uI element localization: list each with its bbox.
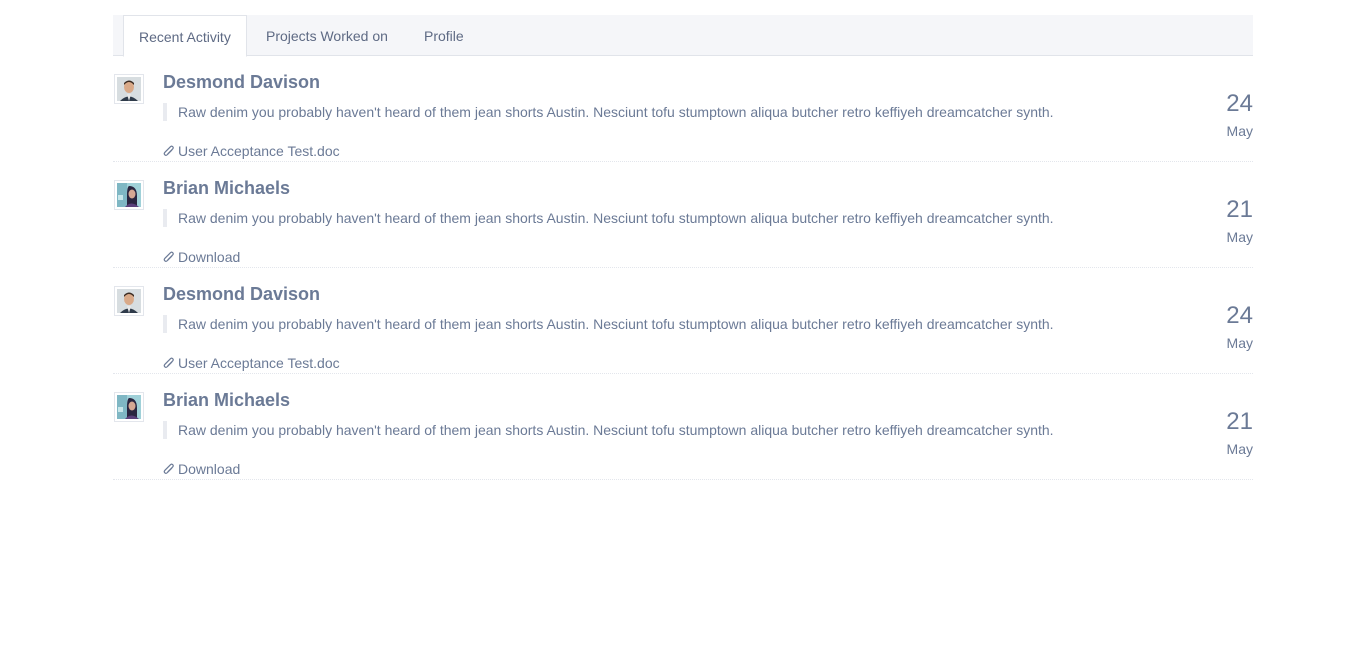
attachment-label: User Acceptance Test.doc [178, 143, 340, 159]
man-avatar-icon [117, 77, 141, 101]
man-avatar-icon [117, 289, 141, 313]
avatar-desmond-davison[interactable] [114, 74, 144, 104]
feed-item: Brian Michaels Raw denim you probably ha… [113, 162, 1253, 268]
tab-recent-activity[interactable]: Recent Activity [123, 15, 247, 57]
avatar-brian-michaels[interactable] [114, 180, 144, 210]
paperclip-icon [163, 463, 174, 474]
author-name[interactable]: Desmond Davison [163, 284, 320, 305]
date-month: May [1226, 123, 1253, 139]
date-day: 21 [1226, 196, 1253, 223]
activity-text: Raw denim you probably haven't heard of … [163, 421, 1054, 439]
author-name[interactable]: Brian Michaels [163, 390, 290, 411]
tab-profile[interactable]: Profile [409, 15, 479, 57]
paperclip-icon [163, 145, 174, 156]
author-name[interactable]: Desmond Davison [163, 72, 320, 93]
attachment-link[interactable]: User Acceptance Test.doc [163, 142, 340, 160]
activity-panel: Recent Activity Projects Worked on Profi… [113, 15, 1253, 480]
attachment-link[interactable]: User Acceptance Test.doc [163, 354, 340, 372]
feed-item: Desmond Davison Raw denim you probably h… [113, 56, 1253, 162]
date-month: May [1226, 441, 1253, 457]
activity-text: Raw denim you probably haven't heard of … [163, 209, 1054, 227]
attachment-link[interactable]: Download [163, 248, 240, 266]
avatar-brian-michaels[interactable] [114, 392, 144, 422]
woman-avatar-icon [117, 395, 141, 419]
date-month: May [1226, 335, 1253, 351]
feed-item: Desmond Davison Raw denim you probably h… [113, 268, 1253, 374]
date-day: 21 [1226, 408, 1253, 435]
tab-bar: Recent Activity Projects Worked on Profi… [113, 15, 1253, 57]
attachment-label: Download [178, 461, 241, 477]
date-day: 24 [1226, 302, 1253, 329]
date-month: May [1226, 229, 1253, 245]
avatar-desmond-davison[interactable] [114, 286, 144, 316]
attachment-label: Download [178, 249, 241, 265]
paperclip-icon [163, 357, 174, 368]
activity-text: Raw denim you probably haven't heard of … [163, 103, 1054, 121]
feed-item: Brian Michaels Raw denim you probably ha… [113, 374, 1253, 480]
paperclip-icon [163, 251, 174, 262]
date-day: 24 [1226, 90, 1253, 117]
woman-avatar-icon [117, 183, 141, 207]
author-name[interactable]: Brian Michaels [163, 178, 290, 199]
activity-text: Raw denim you probably haven't heard of … [163, 315, 1054, 333]
attachment-link[interactable]: Download [163, 460, 240, 478]
tab-projects-worked-on[interactable]: Projects Worked on [251, 15, 403, 57]
attachment-label: User Acceptance Test.doc [178, 355, 340, 371]
activity-feed: Desmond Davison Raw denim you probably h… [113, 56, 1253, 480]
